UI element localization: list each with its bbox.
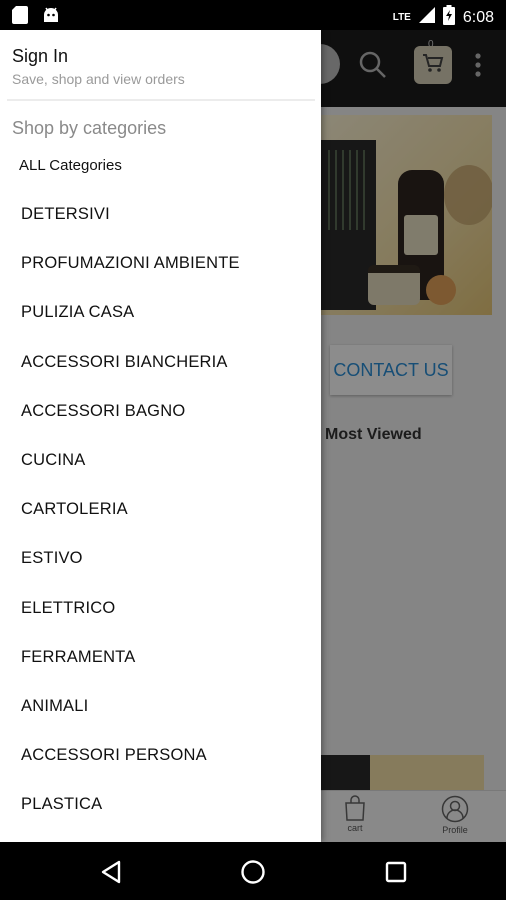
category-item-cartoleria[interactable]: CARTOLERIA	[0, 485, 321, 534]
section-title: Shop by categories	[12, 118, 167, 138]
category-item-detersivi[interactable]: DETERSIVI	[0, 190, 321, 239]
clock: 6:08	[462, 8, 494, 26]
home-icon[interactable]	[239, 858, 267, 886]
category-item-accessori-persona[interactable]: ACCESSORI PERSONA	[0, 731, 321, 780]
sd-card-icon	[12, 6, 30, 24]
status-bar: LTE 6:08	[0, 0, 506, 30]
back-icon[interactable]	[98, 858, 126, 886]
signal-icon	[418, 7, 435, 28]
category-item-cucina[interactable]: CUCINA	[0, 436, 321, 485]
network-type: LTE	[392, 12, 411, 23]
all-categories-link[interactable]: ALL Categories	[19, 157, 122, 174]
sign-in-subtitle: Save, shop and view orders	[12, 71, 185, 87]
category-item-profumazioni-ambiente[interactable]: PROFUMAZIONI AMBIENTE	[0, 239, 321, 288]
android-icon	[42, 6, 60, 24]
sign-in-header[interactable]: Sign In Save, shop and view orders	[12, 46, 185, 87]
system-nav-bar	[0, 842, 506, 900]
recents-icon[interactable]	[382, 858, 410, 886]
category-item-plastica[interactable]: PLASTICA	[0, 780, 321, 829]
sign-in-title[interactable]: Sign In	[12, 46, 185, 67]
category-item-pulizia-casa[interactable]: PULIZIA CASA	[0, 288, 321, 337]
category-item-animali[interactable]: ANIMALI	[0, 682, 321, 731]
category-item-ferramenta[interactable]: FERRAMENTA	[0, 633, 321, 682]
divider	[7, 99, 315, 101]
category-list: DETERSIVI PROFUMAZIONI AMBIENTE PULIZIA …	[0, 190, 321, 829]
navigation-drawer: Sign In Save, shop and view orders Shop …	[0, 30, 321, 842]
category-item-accessori-bagno[interactable]: ACCESSORI BAGNO	[0, 387, 321, 436]
category-item-accessori-biancheria[interactable]: ACCESSORI BIANCHERIA	[0, 338, 321, 387]
category-item-elettrico[interactable]: ELETTRICO	[0, 584, 321, 633]
category-item-estivo[interactable]: ESTIVO	[0, 534, 321, 583]
battery-icon	[442, 5, 455, 30]
